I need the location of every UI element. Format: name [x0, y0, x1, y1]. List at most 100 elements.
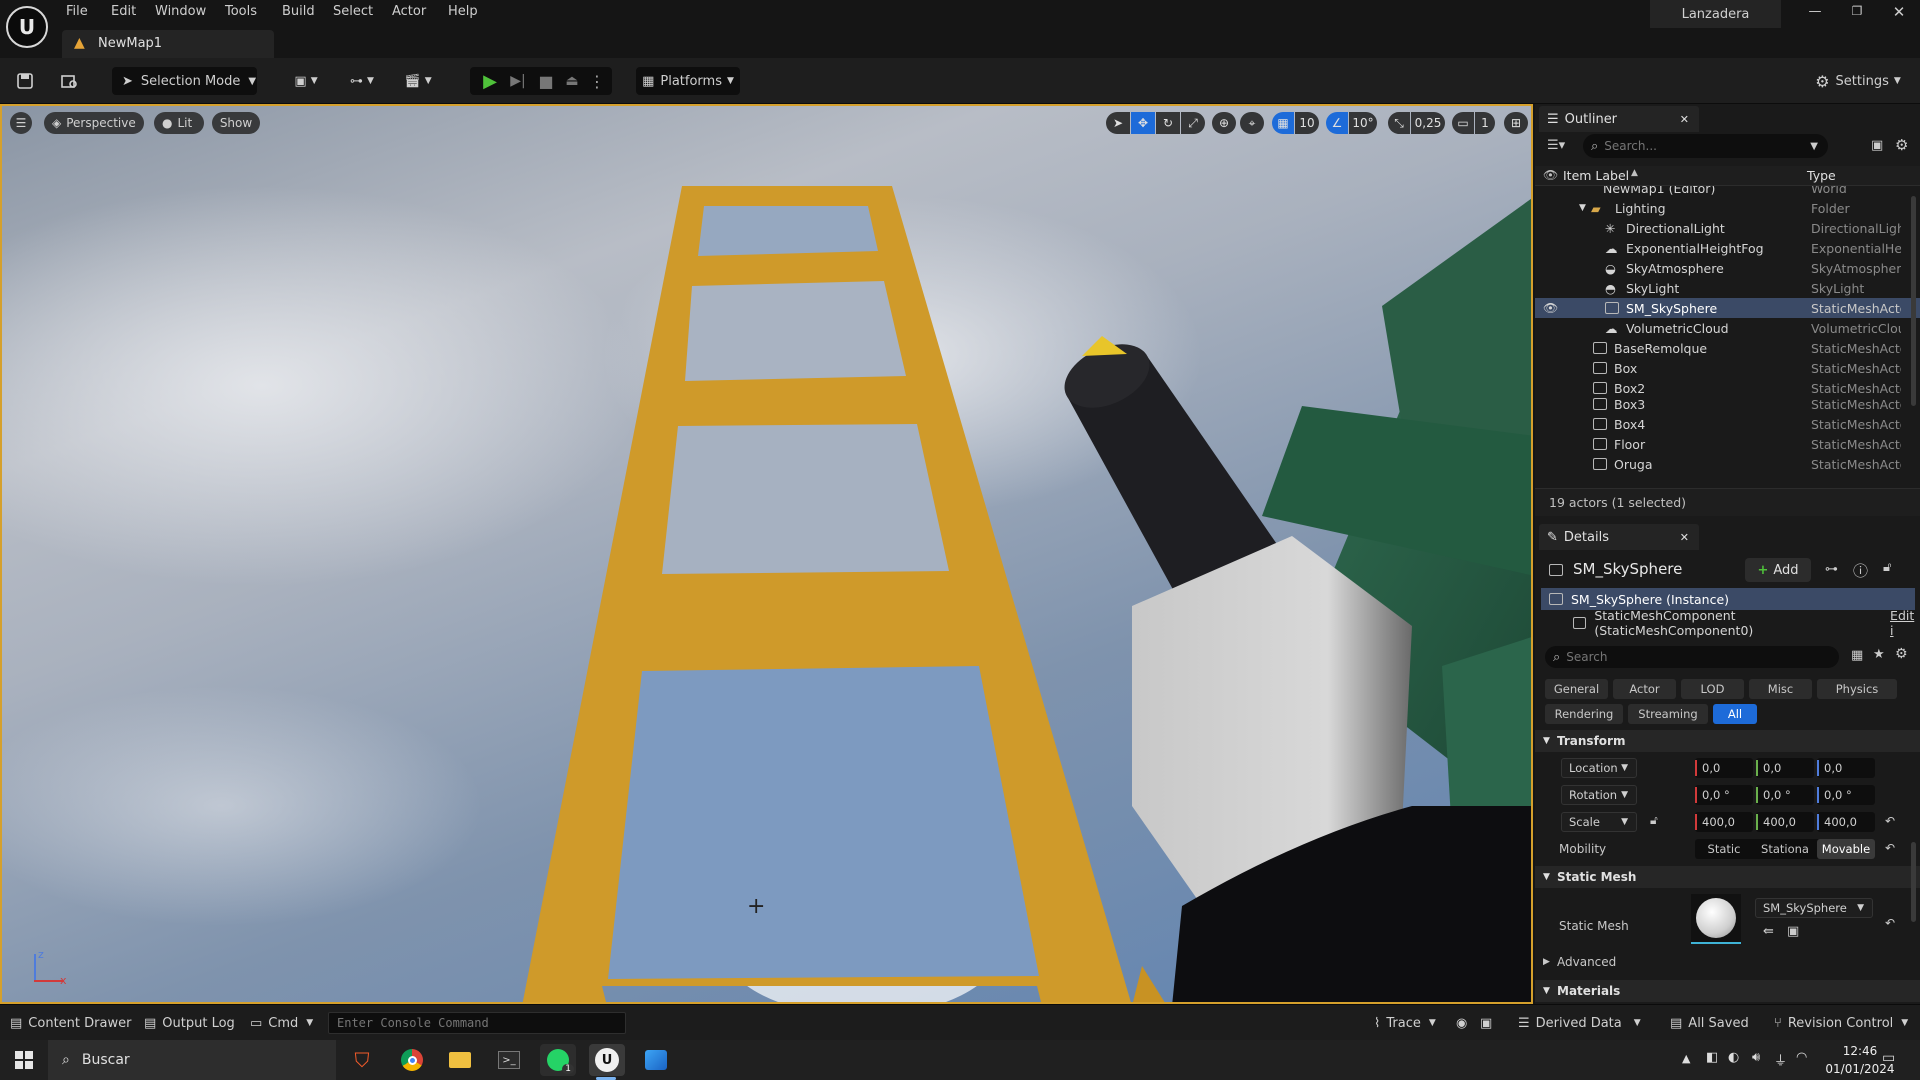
file-explorer-icon[interactable]: [442, 1044, 478, 1076]
menu-file[interactable]: File: [66, 4, 88, 19]
outliner-row-lighting[interactable]: ▼ ▰ Lighting Folder: [1535, 198, 1920, 218]
category-general[interactable]: General: [1545, 679, 1608, 699]
details-search-box[interactable]: ⌕: [1545, 646, 1839, 668]
mobility-movable[interactable]: Movable: [1817, 839, 1875, 859]
outliner-row-exponentialheightfog[interactable]: ☁ExponentialHeightFogExponentialHeig: [1535, 238, 1920, 258]
taskbar-search-box[interactable]: ⌕ Buscar: [48, 1040, 336, 1080]
cinematics-button[interactable]: 🎬︎ ▼: [398, 67, 438, 95]
scale-lock-icon[interactable]: 🔓︎: [1650, 813, 1658, 828]
grid-snap-icon[interactable]: ▦: [1272, 112, 1294, 134]
materials-section-header[interactable]: ▼ Materials: [1535, 980, 1920, 1002]
blueprint-button[interactable]: ⊶ ▼: [342, 67, 382, 95]
new-folder-icon[interactable]: ▣: [1871, 138, 1883, 153]
location-y-field[interactable]: 0,0: [1756, 758, 1814, 778]
close-button[interactable]: ✕: [1884, 3, 1914, 25]
table-view-icon[interactable]: ▦: [1851, 648, 1863, 663]
perspective-button[interactable]: ◈ Perspective: [44, 112, 144, 134]
chevron-down-icon[interactable]: ▼: [1810, 141, 1818, 152]
scale-tool-icon[interactable]: ⤢: [1181, 112, 1205, 134]
menu-window[interactable]: Window: [155, 4, 206, 19]
level-viewport[interactable]: + z x ☰ ◈ Perspective ● Lit Show ➤ ✥ ↻ ⤢ ⊕…: [0, 104, 1533, 1004]
static-mesh-picker[interactable]: SM_SkySphere ▼: [1755, 898, 1873, 918]
browse-icon[interactable]: ▣: [1787, 924, 1799, 939]
outliner-search-input[interactable]: [1604, 139, 1775, 153]
translate-tool-icon[interactable]: ✥: [1131, 112, 1155, 134]
reset-mobility-icon[interactable]: ↶: [1885, 841, 1895, 855]
trace-dropdown[interactable]: ⌇ Trace ▼: [1374, 1013, 1436, 1033]
outliner-row-skylight[interactable]: ◓ SkyLight SkyLight: [1535, 278, 1920, 298]
viewport-layout-icon[interactable]: ⊞: [1504, 112, 1528, 134]
transform-section-header[interactable]: ▼ Transform: [1535, 730, 1920, 752]
rotation-x-field[interactable]: 0,0 °: [1695, 785, 1753, 805]
terminal-icon[interactable]: >_: [491, 1044, 527, 1076]
rotate-tool-icon[interactable]: ↻: [1156, 112, 1180, 134]
help-icon[interactable]: ⓘ: [1853, 560, 1868, 581]
scale-x-field[interactable]: 400,0: [1695, 812, 1753, 832]
grid-snap-value[interactable]: 10: [1295, 112, 1319, 134]
mobility-stationary[interactable]: Stationa: [1755, 839, 1815, 859]
outliner-row-box3[interactable]: Box3 StaticMeshActo: [1535, 398, 1920, 414]
lit-button[interactable]: ● Lit: [154, 112, 204, 134]
all-saved-button[interactable]: ▤ All Saved: [1670, 1013, 1749, 1033]
outliner-tab[interactable]: ☰ Outliner ✕: [1539, 106, 1699, 132]
details-settings-icon[interactable]: ⚙: [1895, 646, 1908, 662]
stop-icon[interactable]: ■: [534, 67, 558, 95]
rotation-snap-icon[interactable]: ∠: [1326, 112, 1348, 134]
select-tool-icon[interactable]: ➤: [1106, 112, 1130, 134]
eject-icon[interactable]: ⏏: [560, 67, 584, 95]
output-log-button[interactable]: ▤ Output Log: [144, 1013, 235, 1033]
scale-z-field[interactable]: 400,0: [1817, 812, 1875, 832]
outliner-row-baseremolque[interactable]: BaseRemolque StaticMeshActo: [1535, 338, 1920, 358]
derived-data-dropdown[interactable]: ☰ Derived Data ▼: [1518, 1013, 1641, 1033]
scale-snap-icon[interactable]: ⤡: [1388, 112, 1410, 134]
notifications-icon[interactable]: ▭: [1882, 1050, 1895, 1066]
blueprint-icon[interactable]: ⊶: [1825, 562, 1838, 577]
add-actor-button[interactable]: ▣ ▼: [286, 67, 326, 95]
component-instance-row[interactable]: SM_SkySphere (Instance): [1541, 588, 1915, 610]
category-rendering[interactable]: Rendering: [1545, 704, 1623, 724]
chrome-browser-icon[interactable]: [394, 1044, 430, 1076]
details-tab[interactable]: ✎ Details ✕: [1539, 524, 1699, 550]
outliner-row-world[interactable]: NewMap1 (Editor) World: [1535, 186, 1920, 198]
outliner-row-sm-skysphere[interactable]: 👁︎ SM_SkySphere StaticMeshActo: [1535, 298, 1920, 318]
minimize-button[interactable]: —: [1800, 4, 1830, 26]
menu-select[interactable]: Select: [333, 4, 373, 19]
console-input-box[interactable]: [328, 1012, 626, 1034]
favorites-star-icon[interactable]: ★: [1873, 647, 1885, 662]
reset-mesh-icon[interactable]: ↶: [1885, 916, 1895, 930]
component-row[interactable]: StaticMeshComponent (StaticMeshComponent…: [1535, 608, 1920, 638]
scale-snap-value[interactable]: 0,25: [1411, 112, 1445, 134]
category-actor[interactable]: Actor: [1613, 679, 1676, 699]
volume-icon[interactable]: 🔊︎: [1752, 1050, 1760, 1065]
rotation-z-field[interactable]: 0,0 °: [1817, 785, 1875, 805]
cmd-dropdown[interactable]: ▭ Cmd ▼: [250, 1013, 313, 1033]
category-streaming[interactable]: Streaming: [1628, 704, 1708, 724]
record-icon[interactable]: ◉: [1456, 1013, 1467, 1033]
photos-app-icon[interactable]: [638, 1044, 674, 1076]
menu-tools[interactable]: Tools: [225, 4, 257, 19]
settings-dropdown[interactable]: ⚙ Settings ▼: [1808, 67, 1908, 95]
tray-chevron-up-icon[interactable]: ▲: [1682, 1052, 1690, 1065]
static-mesh-thumbnail[interactable]: [1691, 894, 1741, 944]
reset-scale-icon[interactable]: ↶: [1885, 814, 1895, 828]
add-component-button[interactable]: + Add: [1745, 558, 1811, 582]
usb-icon[interactable]: ⏚: [1774, 1050, 1787, 1069]
details-search-input[interactable]: [1566, 650, 1807, 664]
save-icon[interactable]: [12, 67, 38, 95]
discord-icon[interactable]: ◐: [1728, 1050, 1739, 1065]
selection-mode-dropdown[interactable]: ➤ Selection Mode ▼: [112, 67, 257, 95]
whatsapp-icon[interactable]: 1: [540, 1044, 576, 1076]
location-x-field[interactable]: 0,0: [1695, 758, 1753, 778]
maximize-button[interactable]: ❐: [1842, 4, 1872, 26]
item-label-header[interactable]: Item Label: [1563, 168, 1629, 183]
scale-dropdown[interactable]: Scale ▼: [1561, 812, 1637, 832]
menu-edit[interactable]: Edit: [111, 4, 136, 19]
close-icon[interactable]: ✕: [1680, 113, 1689, 126]
details-scrollbar[interactable]: [1911, 842, 1916, 922]
play-icon[interactable]: ▶: [478, 67, 502, 95]
outliner-search-box[interactable]: ⌕ ▼: [1583, 134, 1828, 158]
advanced-row[interactable]: ▶ Advanced: [1535, 952, 1920, 972]
filter-icon[interactable]: ☰▾: [1547, 138, 1565, 153]
location-z-field[interactable]: 0,0: [1817, 758, 1875, 778]
folder-expand-icon[interactable]: ▼: [1579, 203, 1586, 213]
